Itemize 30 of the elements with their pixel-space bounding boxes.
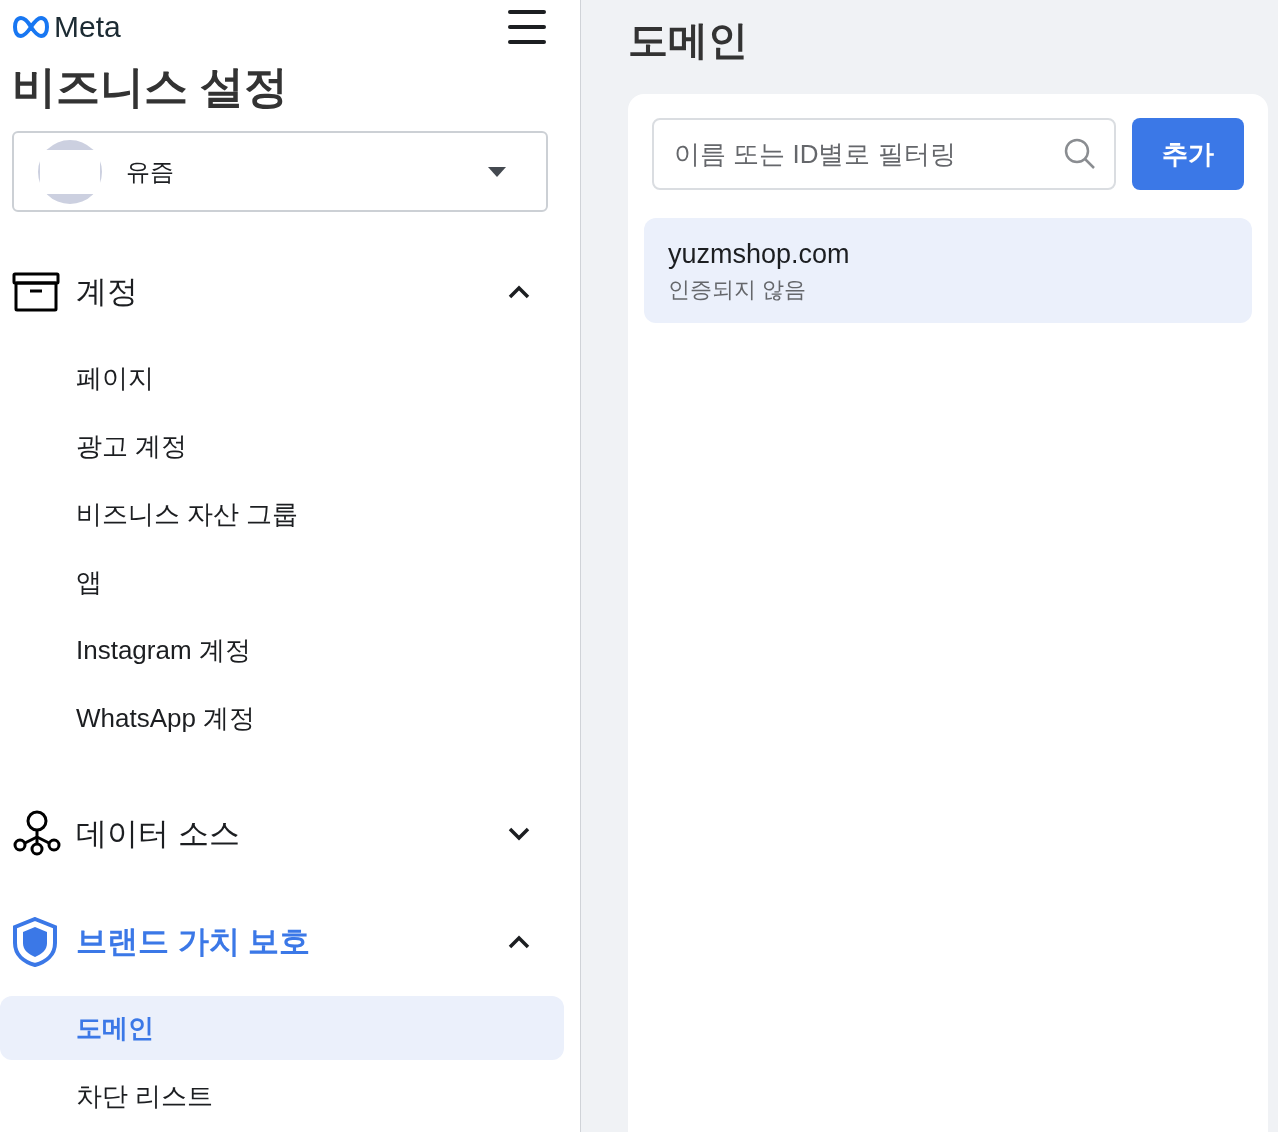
search-field[interactable]: 이름 또는 ID별로 필터링 <box>652 118 1116 190</box>
domain-status: 인증되지 않음 <box>668 275 808 304</box>
add-button[interactable]: 추가 <box>1132 118 1244 190</box>
sidebar-item[interactable]: 도메인 <box>0 996 564 1060</box>
domain-name: yuzmshop.com <box>668 238 851 271</box>
chevron-up-icon <box>508 935 530 949</box>
infinity-icon <box>12 14 50 39</box>
page-title: 비즈니스 설정 <box>12 65 290 110</box>
logo-text: Meta <box>54 9 121 46</box>
sidebar-item[interactable]: 앱 <box>0 550 564 614</box>
sidebar-section[interactable]: 데이터 소스 <box>12 806 542 862</box>
sidebar-item[interactable]: 광고 계정 <box>0 414 564 478</box>
sidebar-item[interactable]: WhatsApp 계정 <box>0 686 564 750</box>
account-selector[interactable]: 유즘 <box>12 131 548 212</box>
search-icon <box>1064 138 1096 170</box>
archive-box-icon <box>12 272 60 312</box>
sidebar-section[interactable]: 브랜드 가치 보호 <box>12 914 542 970</box>
sidebar-item[interactable]: Instagram 계정 <box>0 618 564 682</box>
sidebar-section[interactable]: 계정 <box>12 264 542 320</box>
menu-button[interactable] <box>508 9 546 44</box>
account-name: 유즘 <box>126 156 175 187</box>
dropdown-icon <box>488 166 506 177</box>
chevron-down-icon <box>508 827 530 841</box>
domain-row[interactable]: yuzmshop.com 인증되지 않음 <box>644 218 1252 324</box>
chevron-up-icon <box>508 285 530 299</box>
sidebar-item[interactable]: 페이지 <box>0 346 564 410</box>
shield-icon <box>12 917 58 967</box>
sidebar-item[interactable]: 차단 리스트 <box>0 1064 564 1128</box>
section-title: 도메인 <box>628 20 749 60</box>
sidebar-item[interactable]: 비즈니스 자산 그룹 <box>0 482 564 546</box>
